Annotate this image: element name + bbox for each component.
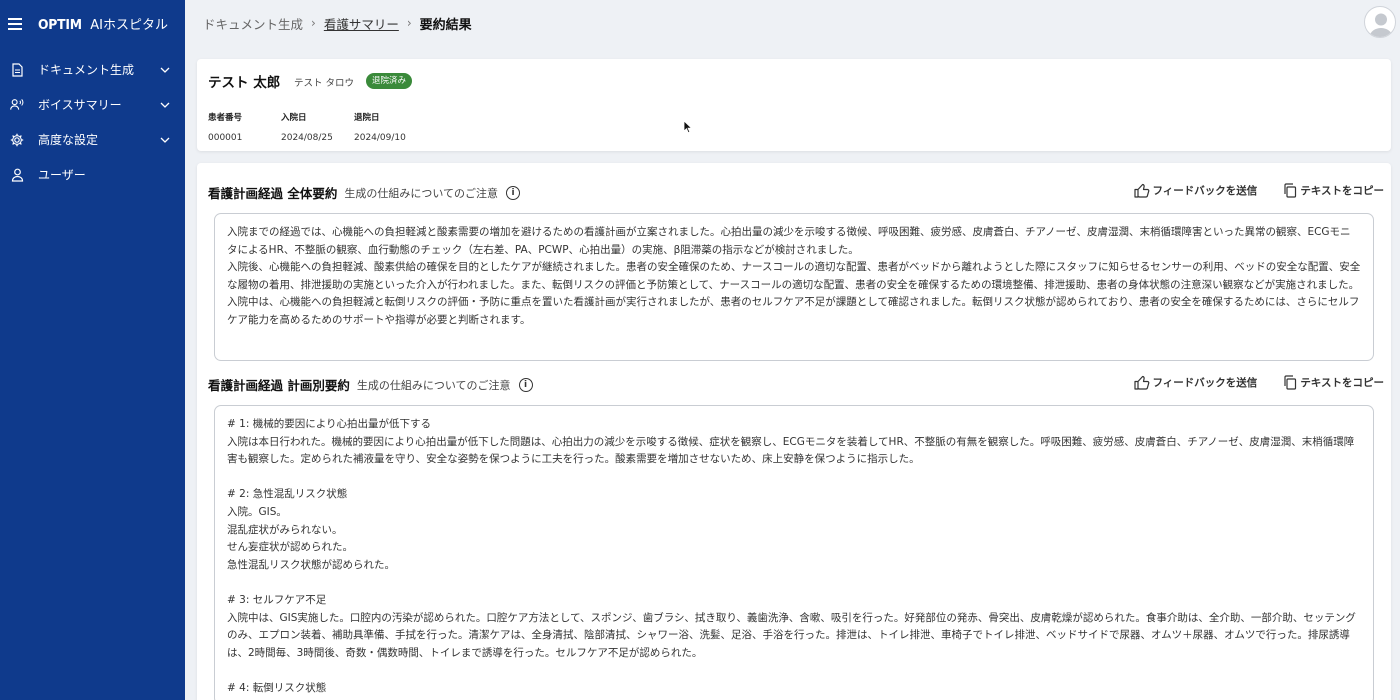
sidebar-item-label: ボイスサマリー xyxy=(38,98,122,112)
field-label: 退院日 xyxy=(354,113,380,123)
copy-icon xyxy=(1284,375,1297,390)
sidebar-header: OPTIM AIホスピタル xyxy=(0,0,185,46)
breadcrumb: ドキュメント生成 › 看護サマリー › 要約結果 xyxy=(203,14,472,33)
copy-text-label: テキストをコピー xyxy=(1300,185,1384,197)
sidebar-item-voice-summary[interactable]: ボイスサマリー xyxy=(0,87,185,122)
mouse-cursor-icon xyxy=(683,120,693,134)
patient-kana: テスト タロウ xyxy=(294,78,355,89)
overall-summary-header: 看護計画経過 全体要約 生成の仕組みについてのご注意 i xyxy=(208,183,521,202)
voice-icon xyxy=(10,98,24,112)
field-label: 入院日 xyxy=(281,113,307,123)
summary-card: 看護計画経過 全体要約 生成の仕組みについてのご注意 i フィードバックを送信 … xyxy=(197,163,1391,700)
thumbs-up-icon xyxy=(1133,375,1149,390)
breadcrumb-current: 要約結果 xyxy=(419,17,472,33)
logo-brand: OPTIM xyxy=(38,17,82,33)
patient-name: テスト 太郎 xyxy=(208,75,281,91)
logo-product: AIホスピタル xyxy=(90,17,168,33)
sidebar-item-advanced-settings[interactable]: 高度な設定 xyxy=(0,122,185,157)
chevron-down-icon xyxy=(159,134,171,146)
field-value: 2024/09/10 xyxy=(354,133,406,143)
per-plan-summary-header: 看護計画経過 計画別要約 生成の仕組みについてのご注意 i xyxy=(208,375,533,394)
overall-summary-actions: フィードバックを送信 テキストをコピー xyxy=(1108,183,1384,198)
patient-info-card: テスト 太郎 テスト タロウ 退院済み 患者番号 000001 入院日 2024… xyxy=(197,59,1391,151)
admission-date-field: 入院日 2024/08/25 xyxy=(281,111,333,143)
sidebar-menu: ドキュメント生成 ボイスサマリー 高度な設定 ユーザー xyxy=(0,52,185,192)
chevron-down-icon xyxy=(159,64,171,76)
copy-text-button[interactable]: テキストをコピー xyxy=(1283,183,1384,198)
send-feedback-label: フィードバックを送信 xyxy=(1152,377,1258,389)
copy-icon xyxy=(1284,183,1297,198)
chevron-right-icon: › xyxy=(311,16,316,30)
sidebar-item-document-generation[interactable]: ドキュメント生成 xyxy=(0,52,185,87)
app-logo[interactable]: OPTIM AIホスピタル xyxy=(38,14,168,33)
status-badge: 退院済み xyxy=(366,73,413,89)
breadcrumb-item-document-generation[interactable]: ドキュメント生成 xyxy=(203,14,303,33)
send-feedback-label: フィードバックを送信 xyxy=(1152,185,1258,197)
sidebar-item-label: ユーザー xyxy=(38,168,86,182)
breadcrumb-item-nursing-summary[interactable]: 看護サマリー xyxy=(324,14,399,33)
account-icon xyxy=(1369,13,1393,37)
field-label: 患者番号 xyxy=(208,113,243,123)
section-title: 看護計画経過 全体要約 xyxy=(208,186,338,201)
avatar[interactable] xyxy=(1364,6,1396,38)
chevron-down-icon xyxy=(159,99,171,111)
document-icon xyxy=(10,62,24,77)
top-bar: ドキュメント生成 › 看護サマリー › 要約結果 xyxy=(185,0,1400,46)
field-value: 2024/08/25 xyxy=(281,133,333,143)
per-plan-summary-textarea[interactable]: # 1: 機械的要因により心拍出量が低下する 入院は本日行われた。機械的要因によ… xyxy=(214,405,1374,700)
copy-text-label: テキストをコピー xyxy=(1300,377,1384,389)
sidebar: OPTIM AIホスピタル ドキュメント生成 ボイスサマリー 高度な設定 ユーザ… xyxy=(0,0,185,700)
generation-note: 生成の仕組みについてのご注意 xyxy=(356,378,511,392)
sidebar-item-users[interactable]: ユーザー xyxy=(0,157,185,192)
copy-text-button[interactable]: テキストをコピー xyxy=(1283,375,1384,390)
chevron-right-icon: › xyxy=(406,16,412,30)
patient-id-field: 患者番号 000001 xyxy=(208,111,242,143)
field-value: 000001 xyxy=(208,133,243,143)
info-icon[interactable]: i xyxy=(518,377,533,392)
gear-icon xyxy=(10,133,24,147)
per-plan-summary-actions: フィードバックを送信 テキストをコピー xyxy=(1108,375,1384,390)
overall-summary-textarea[interactable]: 入院までの経過では、心機能への負担軽減と酸素需要の増加を避けるための看護計画が立… xyxy=(214,213,1374,361)
send-feedback-button[interactable]: フィードバックを送信 xyxy=(1133,183,1258,198)
discharge-date-field: 退院日 2024/09/10 xyxy=(354,111,406,143)
thumbs-up-icon xyxy=(1133,183,1149,198)
user-icon xyxy=(10,168,24,182)
hamburger-menu-icon[interactable] xyxy=(8,17,22,30)
sidebar-item-label: 高度な設定 xyxy=(38,133,99,147)
info-icon[interactable]: i xyxy=(506,185,521,200)
sidebar-item-label: ドキュメント生成 xyxy=(38,63,135,77)
generation-note: 生成の仕組みについてのご注意 xyxy=(344,186,499,200)
send-feedback-button[interactable]: フィードバックを送信 xyxy=(1133,375,1258,390)
section-title: 看護計画経過 計画別要約 xyxy=(208,378,350,393)
